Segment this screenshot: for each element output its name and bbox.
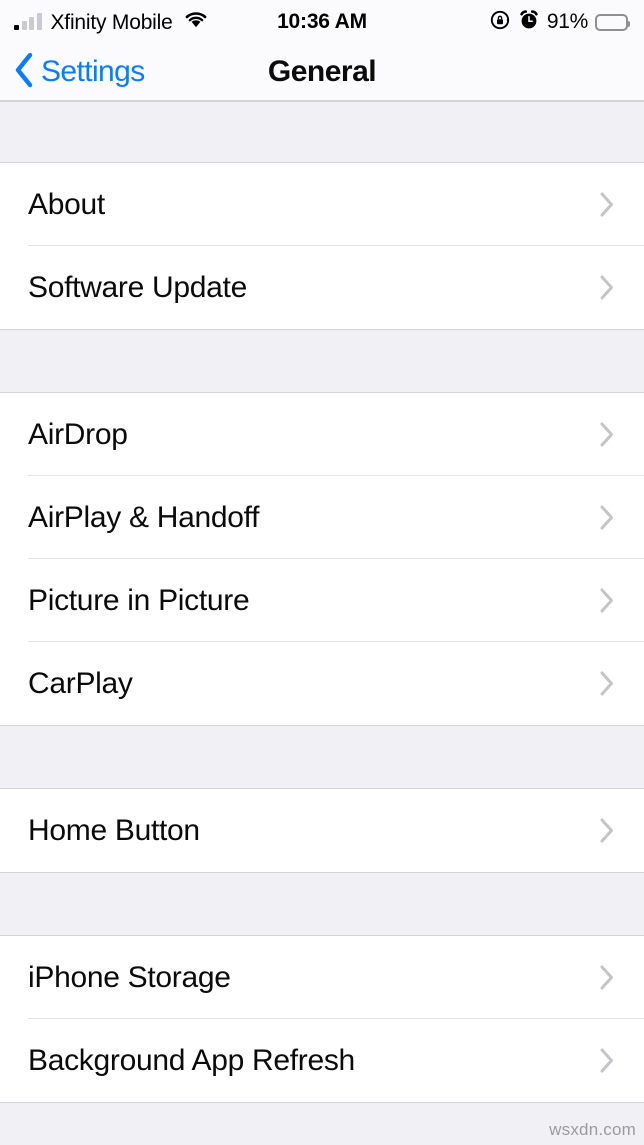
cellular-signal-icon [14, 13, 42, 30]
chevron-right-icon [599, 587, 615, 614]
wifi-icon [183, 10, 209, 34]
settings-row-airdrop[interactable]: AirDrop [0, 393, 644, 476]
settings-row-iphone-storage[interactable]: iPhone Storage [0, 936, 644, 1019]
back-button-label: Settings [41, 55, 145, 88]
row-label: CarPlay [28, 666, 133, 700]
chevron-right-icon [599, 421, 615, 448]
row-label: Background App Refresh [28, 1043, 355, 1077]
chevron-right-icon [599, 964, 615, 991]
settings-group: About Software Update [0, 163, 644, 329]
settings-row-carplay[interactable]: CarPlay [0, 642, 644, 725]
group-spacer [0, 872, 644, 936]
chevron-right-icon [599, 504, 615, 531]
group-spacer [0, 1102, 644, 1145]
settings-row-software-update[interactable]: Software Update [0, 246, 644, 329]
settings-row-home-button[interactable]: Home Button [0, 789, 644, 872]
settings-list: About Software Update AirDrop AirPlay & Han… [0, 101, 644, 1145]
chevron-right-icon [599, 191, 615, 218]
row-label: Software Update [28, 270, 247, 304]
battery-percentage: 91% [546, 10, 588, 33]
chevron-right-icon [599, 670, 615, 697]
iphone-settings-general-screen: Xfinity Mobile 10:36 AM 91% Settings Gen… [0, 0, 644, 1145]
settings-group: iPhone Storage Background App Refresh [0, 936, 644, 1102]
group-spacer [0, 725, 644, 789]
settings-row-background-app-refresh[interactable]: Background App Refresh [0, 1019, 644, 1102]
carrier-name: Xfinity Mobile [50, 10, 173, 34]
settings-row-about[interactable]: About [0, 163, 644, 246]
row-label: Picture in Picture [28, 583, 250, 617]
status-bar-left: Xfinity Mobile [14, 10, 209, 34]
alarm-clock-icon [518, 9, 540, 36]
battery-icon [595, 13, 630, 31]
row-label: About [28, 187, 105, 221]
chevron-left-icon [13, 52, 35, 93]
row-label: AirPlay & Handoff [28, 500, 260, 534]
settings-group: Home Button [0, 789, 644, 872]
chevron-right-icon [599, 274, 615, 301]
group-spacer [0, 329, 644, 393]
chevron-right-icon [599, 1047, 615, 1074]
navigation-bar: Settings General [0, 44, 644, 101]
settings-row-picture-in-picture[interactable]: Picture in Picture [0, 559, 644, 642]
status-bar: Xfinity Mobile 10:36 AM 91% [0, 0, 644, 44]
row-label: Home Button [28, 813, 200, 847]
back-button-settings[interactable]: Settings [0, 52, 145, 93]
chevron-right-icon [599, 817, 615, 844]
status-bar-right: 91% [489, 9, 630, 36]
group-spacer [0, 101, 644, 163]
settings-group: AirDrop AirPlay & Handoff Picture in Pictu… [0, 393, 644, 725]
row-label: AirDrop [28, 417, 128, 451]
rotation-lock-icon [489, 9, 511, 36]
row-label: iPhone Storage [28, 960, 231, 994]
settings-row-airplay-handoff[interactable]: AirPlay & Handoff [0, 476, 644, 559]
